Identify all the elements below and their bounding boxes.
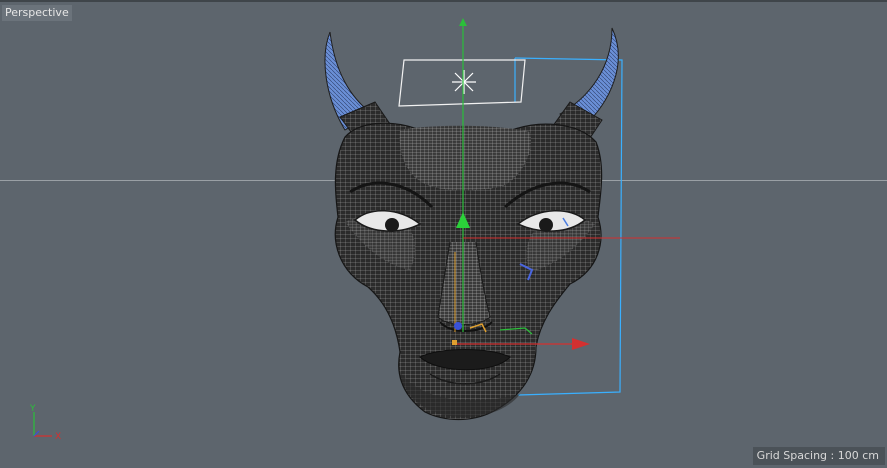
world-axis-indicator: Y X (29, 404, 61, 442)
scene-render[interactable] (0, 2, 887, 468)
grid-spacing-value: 100 cm (837, 449, 879, 462)
3d-viewport[interactable]: Perspective Y X Grid Spacing: 100 cm (0, 0, 887, 468)
axis-y-label: Y (29, 404, 36, 414)
grid-spacing-separator: : (827, 449, 838, 462)
z-axis-handle (454, 322, 462, 330)
demon-head-mesh[interactable] (324, 27, 619, 421)
grid-spacing-indicator: Grid Spacing : 100 cm (752, 447, 885, 465)
grid-spacing-label: Grid Spacing (756, 449, 828, 462)
light-object-gizmo[interactable] (398, 59, 526, 107)
x-axis-handle (572, 338, 590, 350)
axis-x-label: X (55, 432, 61, 442)
